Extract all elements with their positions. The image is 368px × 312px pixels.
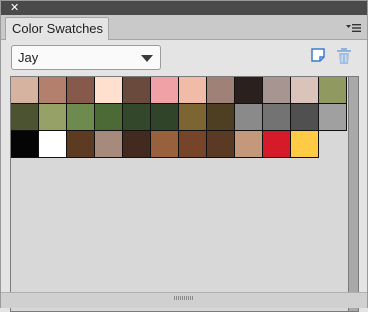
color-swatch[interactable] <box>179 77 207 104</box>
color-swatch[interactable] <box>39 77 67 104</box>
panel-menu-icon[interactable] <box>346 21 362 33</box>
color-swatch[interactable] <box>123 131 151 158</box>
color-swatch[interactable] <box>39 104 67 131</box>
color-swatch[interactable] <box>151 104 179 131</box>
color-swatch[interactable] <box>67 104 95 131</box>
color-swatch[interactable] <box>207 77 235 104</box>
color-swatch[interactable] <box>235 131 263 158</box>
color-swatch[interactable] <box>39 131 67 158</box>
color-swatch[interactable] <box>95 104 123 131</box>
color-swatch[interactable] <box>235 104 263 131</box>
color-swatch[interactable] <box>67 131 95 158</box>
panel-titlebar: ✕ <box>1 1 367 15</box>
color-swatch[interactable] <box>319 77 347 104</box>
color-swatch[interactable] <box>11 104 39 131</box>
color-swatch[interactable] <box>151 131 179 158</box>
tab-color-swatches[interactable]: Color Swatches <box>5 17 109 40</box>
color-swatch[interactable] <box>151 77 179 104</box>
color-swatch[interactable] <box>291 104 319 131</box>
color-swatch[interactable] <box>95 77 123 104</box>
color-swatches-panel: ✕ Color Swatches Jay <box>0 0 368 312</box>
color-swatch[interactable] <box>123 77 151 104</box>
vertical-scrollbar[interactable] <box>348 77 358 311</box>
color-swatch[interactable] <box>207 104 235 131</box>
color-swatch[interactable] <box>319 104 347 131</box>
color-swatch[interactable] <box>263 131 291 158</box>
panel-footer <box>1 292 367 308</box>
color-swatch[interactable] <box>95 131 123 158</box>
color-swatch[interactable] <box>179 131 207 158</box>
trash-icon[interactable] <box>335 47 353 65</box>
resize-grip-icon[interactable] <box>174 296 194 300</box>
swatch-library-dropdown[interactable]: Jay <box>11 45 161 70</box>
color-swatch[interactable] <box>67 77 95 104</box>
color-swatch[interactable] <box>291 77 319 104</box>
tab-label: Color Swatches <box>12 21 104 36</box>
new-swatch-icon[interactable] <box>310 47 327 64</box>
color-swatch[interactable] <box>235 77 263 104</box>
color-swatch[interactable] <box>263 77 291 104</box>
color-swatch[interactable] <box>179 104 207 131</box>
color-swatch[interactable] <box>11 131 39 158</box>
color-swatch[interactable] <box>123 104 151 131</box>
chevron-down-icon <box>141 55 153 62</box>
tab-row: Color Swatches <box>1 15 367 40</box>
dropdown-value: Jay <box>18 50 39 65</box>
color-swatch[interactable] <box>207 131 235 158</box>
color-swatch[interactable] <box>291 131 319 158</box>
close-icon[interactable]: ✕ <box>10 2 19 14</box>
color-swatch[interactable] <box>11 77 39 104</box>
swatch-grid <box>11 77 349 158</box>
swatch-grid-container <box>10 76 359 312</box>
color-swatch[interactable] <box>263 104 291 131</box>
panel-content: Jay <box>1 40 367 312</box>
